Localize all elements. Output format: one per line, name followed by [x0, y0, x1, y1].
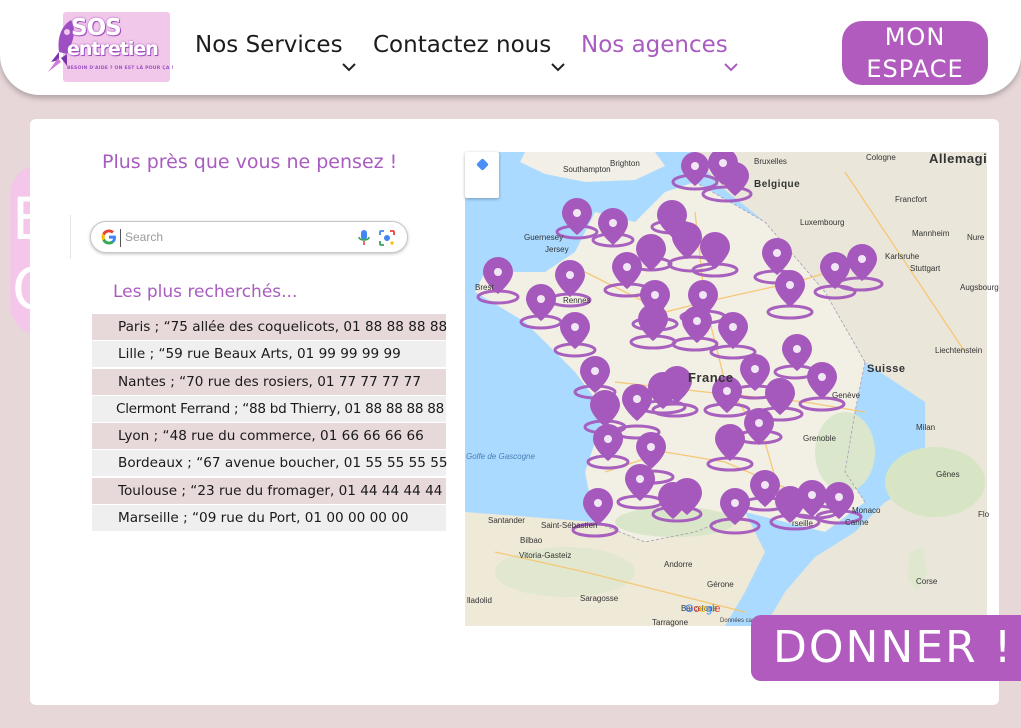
list-item[interactable]: Lille ; “59 rue Beaux Arts, 01 99 99 99 …: [92, 341, 446, 368]
map-label: Jersey: [545, 245, 569, 254]
nav-services[interactable]: Nos Services: [195, 32, 343, 58]
map-label: Monaco: [852, 506, 881, 515]
map-label: Corse: [916, 577, 938, 586]
header: SOS entretien BESOIN D'AIDE ? ON EST LÀ …: [0, 0, 1021, 95]
search-bar[interactable]: [90, 221, 408, 253]
map-label: Bruxelles: [754, 157, 787, 166]
list-item[interactable]: Nantes ; “70 rue des rosiers, 01 77 77 7…: [92, 368, 446, 395]
map-label: Stuttgart: [910, 264, 941, 273]
map-label: lladolid: [467, 596, 492, 605]
map-label: Santander: [488, 516, 525, 525]
map-label: Gênes: [936, 470, 960, 479]
my-space-line1: MON: [884, 23, 946, 51]
map-label: Brest: [475, 283, 494, 292]
search-separator: [120, 229, 121, 247]
chevron-down-icon[interactable]: [724, 62, 738, 72]
list-item[interactable]: Lyon ; “48 rue du commerce, 01 66 66 66 …: [92, 423, 446, 450]
map-label: Belgique: [754, 179, 801, 190]
map-label: Mannheim: [912, 229, 950, 238]
section-tagline: Plus près que vous ne pensez !: [102, 151, 398, 173]
logo-line2: entretien: [67, 38, 159, 60]
map-label: Brighton: [610, 159, 640, 168]
divider: [70, 215, 71, 259]
most-searched-title: Les plus recherchés...: [113, 282, 298, 302]
map-label: Bilbao: [520, 536, 543, 545]
map-label: Tarragone: [652, 618, 689, 627]
map-label: Francfort: [895, 195, 928, 204]
map-label: Augsbourg: [960, 283, 999, 292]
map-label: Cologne: [866, 153, 896, 162]
search-input[interactable]: [125, 227, 345, 247]
map-label: Golfe de Gascogne: [466, 452, 535, 461]
nav-contact[interactable]: Contactez nous: [373, 32, 551, 58]
map-label: Nure: [967, 233, 985, 242]
google-logo: Google: [685, 603, 721, 615]
map-label: Rennes: [563, 296, 591, 305]
map-label: Genève: [832, 391, 861, 400]
map-label: Canne: [845, 518, 869, 527]
map-label: Grenoble: [803, 434, 836, 443]
my-space-button[interactable]: MON ESPACE: [842, 21, 988, 85]
map-label: Vitoria-Gasteiz: [519, 551, 572, 560]
map-label: Suisse: [867, 363, 906, 375]
list-item[interactable]: Bordeaux ; “67 avenue boucher, 01 55 55 …: [92, 450, 448, 477]
chevron-down-icon[interactable]: [342, 62, 356, 72]
map-label: Gérone: [707, 580, 734, 589]
map-navigation-control[interactable]: [465, 152, 499, 198]
donate-button[interactable]: DONNER !: [751, 615, 1021, 681]
logo-tagline: BESOIN D'AIDE ? ON EST LÀ POUR ÇA !: [67, 66, 174, 71]
map-label: Milan: [916, 423, 936, 432]
map-label: Flo: [978, 510, 990, 519]
map-label: Allemagi: [929, 151, 988, 166]
map-label: Saint-Sébastien: [541, 521, 598, 530]
my-space-line2: ESPACE: [866, 55, 964, 83]
map-label: Karlsruhe: [885, 252, 920, 261]
microphone-icon[interactable]: [357, 229, 371, 247]
list-item[interactable]: Clermont Ferrand ; “88 bd Thierry, 01 88…: [92, 395, 446, 422]
map-label: Southampton: [563, 165, 611, 174]
map-label: Liechtenstein: [935, 346, 983, 355]
map-label: France: [688, 370, 734, 385]
list-item[interactable]: Paris ; “75 allée des coquelicots, 01 88…: [92, 314, 447, 340]
agency-list: Paris ; “75 allée des coquelicots, 01 88…: [92, 314, 448, 532]
google-lens-icon[interactable]: [378, 229, 396, 247]
google-g-icon: [101, 229, 116, 245]
map-label: Andorre: [664, 560, 693, 569]
chevron-down-icon[interactable]: [551, 62, 565, 72]
list-item[interactable]: Marseille ; “09 rue du Port, 01 00 00 00…: [92, 505, 446, 532]
list-item[interactable]: Toulouse ; “23 rue du fromager, 01 44 44…: [92, 477, 446, 504]
nav-agencies[interactable]: Nos agences: [581, 32, 728, 58]
map-label: Saragosse: [580, 594, 619, 603]
map-label: Guernesey: [524, 233, 564, 242]
map-label: rseille: [792, 519, 813, 528]
logo[interactable]: SOS entretien BESOIN D'AIDE ? ON EST LÀ …: [48, 12, 174, 82]
map-label: Luxembourg: [800, 218, 845, 227]
navigation-diamond-icon: [476, 158, 489, 171]
